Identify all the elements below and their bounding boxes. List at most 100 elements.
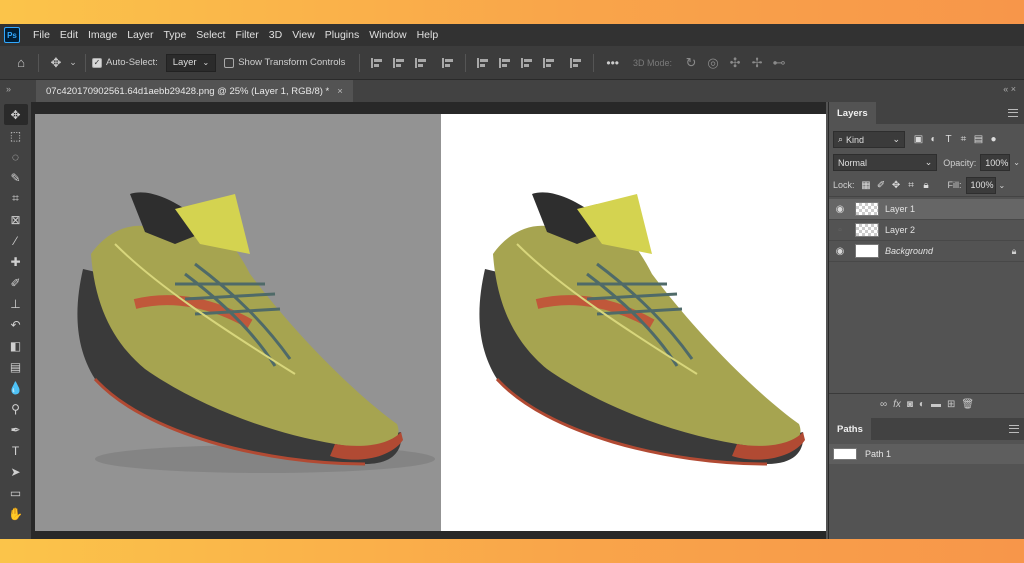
document-tab[interactable]: 07c420170902561.64d1aebb29428.png @ 25% …: [36, 80, 353, 102]
distribute-vertical-icon[interactable]: [442, 57, 454, 68]
menu-file[interactable]: File: [28, 29, 55, 41]
align-left-icon[interactable]: [371, 57, 383, 68]
distribute-spacing-icon[interactable]: [570, 57, 582, 68]
home-icon[interactable]: ⌂: [10, 52, 32, 74]
show-transform-label: Show Transform Controls: [238, 57, 346, 68]
layer-row[interactable]: ◉ Layer 1: [829, 199, 1024, 220]
link-layers-icon[interactable]: ∞: [880, 399, 887, 410]
menu-image[interactable]: Image: [83, 29, 122, 41]
lock-all-icon[interactable]: 🔒︎: [919, 180, 934, 191]
3d-scale-icon[interactable]: ⊷: [768, 52, 790, 74]
menu-filter[interactable]: Filter: [230, 29, 263, 41]
chevron-down-icon: ⌄: [924, 157, 933, 167]
eye-hidden-icon[interactable]: ▫: [829, 225, 851, 236]
tab-layers[interactable]: Layers: [829, 102, 876, 124]
eye-icon[interactable]: ◉: [829, 246, 851, 257]
chevron-down-icon[interactable]: ⌄: [999, 181, 1006, 190]
eraser-tool-icon[interactable]: ◧: [4, 335, 28, 356]
layer-filter-kind-dropdown[interactable]: ⌕ Kind ⌄: [833, 131, 905, 148]
layer-row[interactable]: ◉ Background 🔒︎: [829, 241, 1024, 262]
panel-menu-icon[interactable]: [1009, 425, 1019, 433]
adjustment-filter-icon[interactable]: ◐: [926, 134, 941, 145]
new-layer-icon[interactable]: ⊞: [947, 399, 955, 410]
clone-stamp-tool-icon[interactable]: ⊥: [4, 293, 28, 314]
history-brush-tool-icon[interactable]: ↶: [4, 314, 28, 335]
layer-name: Background: [885, 246, 934, 256]
align-horizontal-center-icon[interactable]: [393, 57, 405, 68]
brush-tool-icon[interactable]: ✐: [4, 272, 28, 293]
menu-3d[interactable]: 3D: [264, 29, 287, 41]
menu-edit[interactable]: Edit: [55, 29, 83, 41]
3d-pan-icon[interactable]: ✣: [724, 52, 746, 74]
adjustment-layer-icon[interactable]: ◐: [919, 399, 925, 410]
path-row[interactable]: Path 1: [829, 444, 1024, 464]
layer-thumbnail: [855, 244, 879, 258]
gradient-tool-icon[interactable]: ▤: [4, 356, 28, 377]
filter-toggle-icon[interactable]: ●: [986, 134, 1001, 145]
3d-slide-icon[interactable]: ✢: [746, 52, 768, 74]
fx-icon[interactable]: fx: [893, 399, 901, 410]
blend-mode-dropdown[interactable]: Normal ⌄: [833, 154, 938, 171]
align-right-icon[interactable]: [415, 57, 427, 68]
eye-icon[interactable]: ◉: [829, 204, 851, 215]
hand-tool-icon[interactable]: ✋: [4, 503, 28, 524]
show-transform-checkbox[interactable]: [224, 57, 235, 68]
menu-window[interactable]: Window: [364, 29, 411, 41]
collapse-panels-icon[interactable]: « ×: [1003, 84, 1016, 94]
lock-artboard-icon[interactable]: ⌗: [904, 180, 919, 191]
quick-selection-tool-icon[interactable]: ✎: [4, 167, 28, 188]
fill-input[interactable]: 100%: [965, 176, 996, 194]
type-filter-icon[interactable]: T: [941, 134, 956, 145]
menu-select[interactable]: Select: [191, 29, 230, 41]
blur-tool-icon[interactable]: 💧: [4, 377, 28, 398]
collapse-toolbar-icon[interactable]: »: [6, 84, 11, 94]
3d-roll-icon[interactable]: ◎: [702, 52, 724, 74]
lasso-tool-icon[interactable]: ◌: [4, 146, 28, 167]
lock-image-icon[interactable]: ✐: [874, 180, 889, 191]
menu-view[interactable]: View: [287, 29, 320, 41]
trash-icon[interactable]: 🗑︎: [961, 399, 974, 410]
move-tool-preset-icon[interactable]: ✥: [45, 52, 67, 74]
marquee-tool-icon[interactable]: ⬚: [4, 125, 28, 146]
dodge-tool-icon[interactable]: ⚲: [4, 398, 28, 419]
shape-filter-icon[interactable]: ⌗: [956, 134, 971, 145]
frame-tool-icon[interactable]: ⊠: [4, 209, 28, 230]
align-top-icon[interactable]: [477, 57, 489, 68]
chevron-down-icon[interactable]: ⌄: [67, 52, 79, 74]
close-icon[interactable]: ×: [337, 86, 343, 97]
pixel-filter-icon[interactable]: ▣: [911, 134, 926, 145]
tab-paths[interactable]: Paths: [829, 418, 871, 440]
more-options-button[interactable]: •••: [606, 56, 619, 70]
3d-orbit-icon[interactable]: ↻: [680, 52, 702, 74]
smart-object-filter-icon[interactable]: ▤: [971, 134, 986, 145]
lock-position-icon[interactable]: ✥: [889, 180, 904, 191]
eyedropper-tool-icon[interactable]: ⁄: [4, 230, 28, 251]
menu-help[interactable]: Help: [412, 29, 444, 41]
chevron-down-icon[interactable]: ⌄: [1013, 158, 1020, 167]
opacity-input[interactable]: 100%: [980, 154, 1011, 171]
menu-type[interactable]: Type: [158, 29, 191, 41]
add-mask-icon[interactable]: ◙: [907, 399, 913, 410]
auto-select-checkbox[interactable]: ✓: [92, 57, 102, 68]
panel-menu-icon[interactable]: [1008, 109, 1018, 117]
new-group-icon[interactable]: ▬: [931, 399, 941, 410]
pen-tool-icon[interactable]: ✒: [4, 419, 28, 440]
align-vertical-center-icon[interactable]: [499, 57, 511, 68]
distribute-horizontal-icon[interactable]: [543, 57, 555, 68]
layer-row[interactable]: ▫ Layer 2: [829, 220, 1024, 241]
rectangle-tool-icon[interactable]: ▭: [4, 482, 28, 503]
auto-select-target-dropdown[interactable]: Layer ⌄: [165, 53, 217, 72]
menu-layer[interactable]: Layer: [122, 29, 158, 41]
crop-tool-icon[interactable]: ⌗: [4, 188, 28, 209]
type-tool-icon[interactable]: T: [4, 440, 28, 461]
menu-plugins[interactable]: Plugins: [320, 29, 364, 41]
path-selection-tool-icon[interactable]: ➤: [4, 461, 28, 482]
separator: [593, 53, 595, 72]
menu-bar: Ps File Edit Image Layer Type Select Fil…: [0, 24, 1024, 46]
align-bottom-icon[interactable]: [521, 57, 533, 68]
move-tool-icon[interactable]: ✥: [3, 104, 28, 125]
canvas-workspace[interactable]: [31, 102, 826, 539]
fill-label: Fill:: [947, 180, 962, 190]
lock-transparent-icon[interactable]: ▦: [859, 180, 874, 191]
healing-brush-tool-icon[interactable]: ✚: [4, 251, 28, 272]
